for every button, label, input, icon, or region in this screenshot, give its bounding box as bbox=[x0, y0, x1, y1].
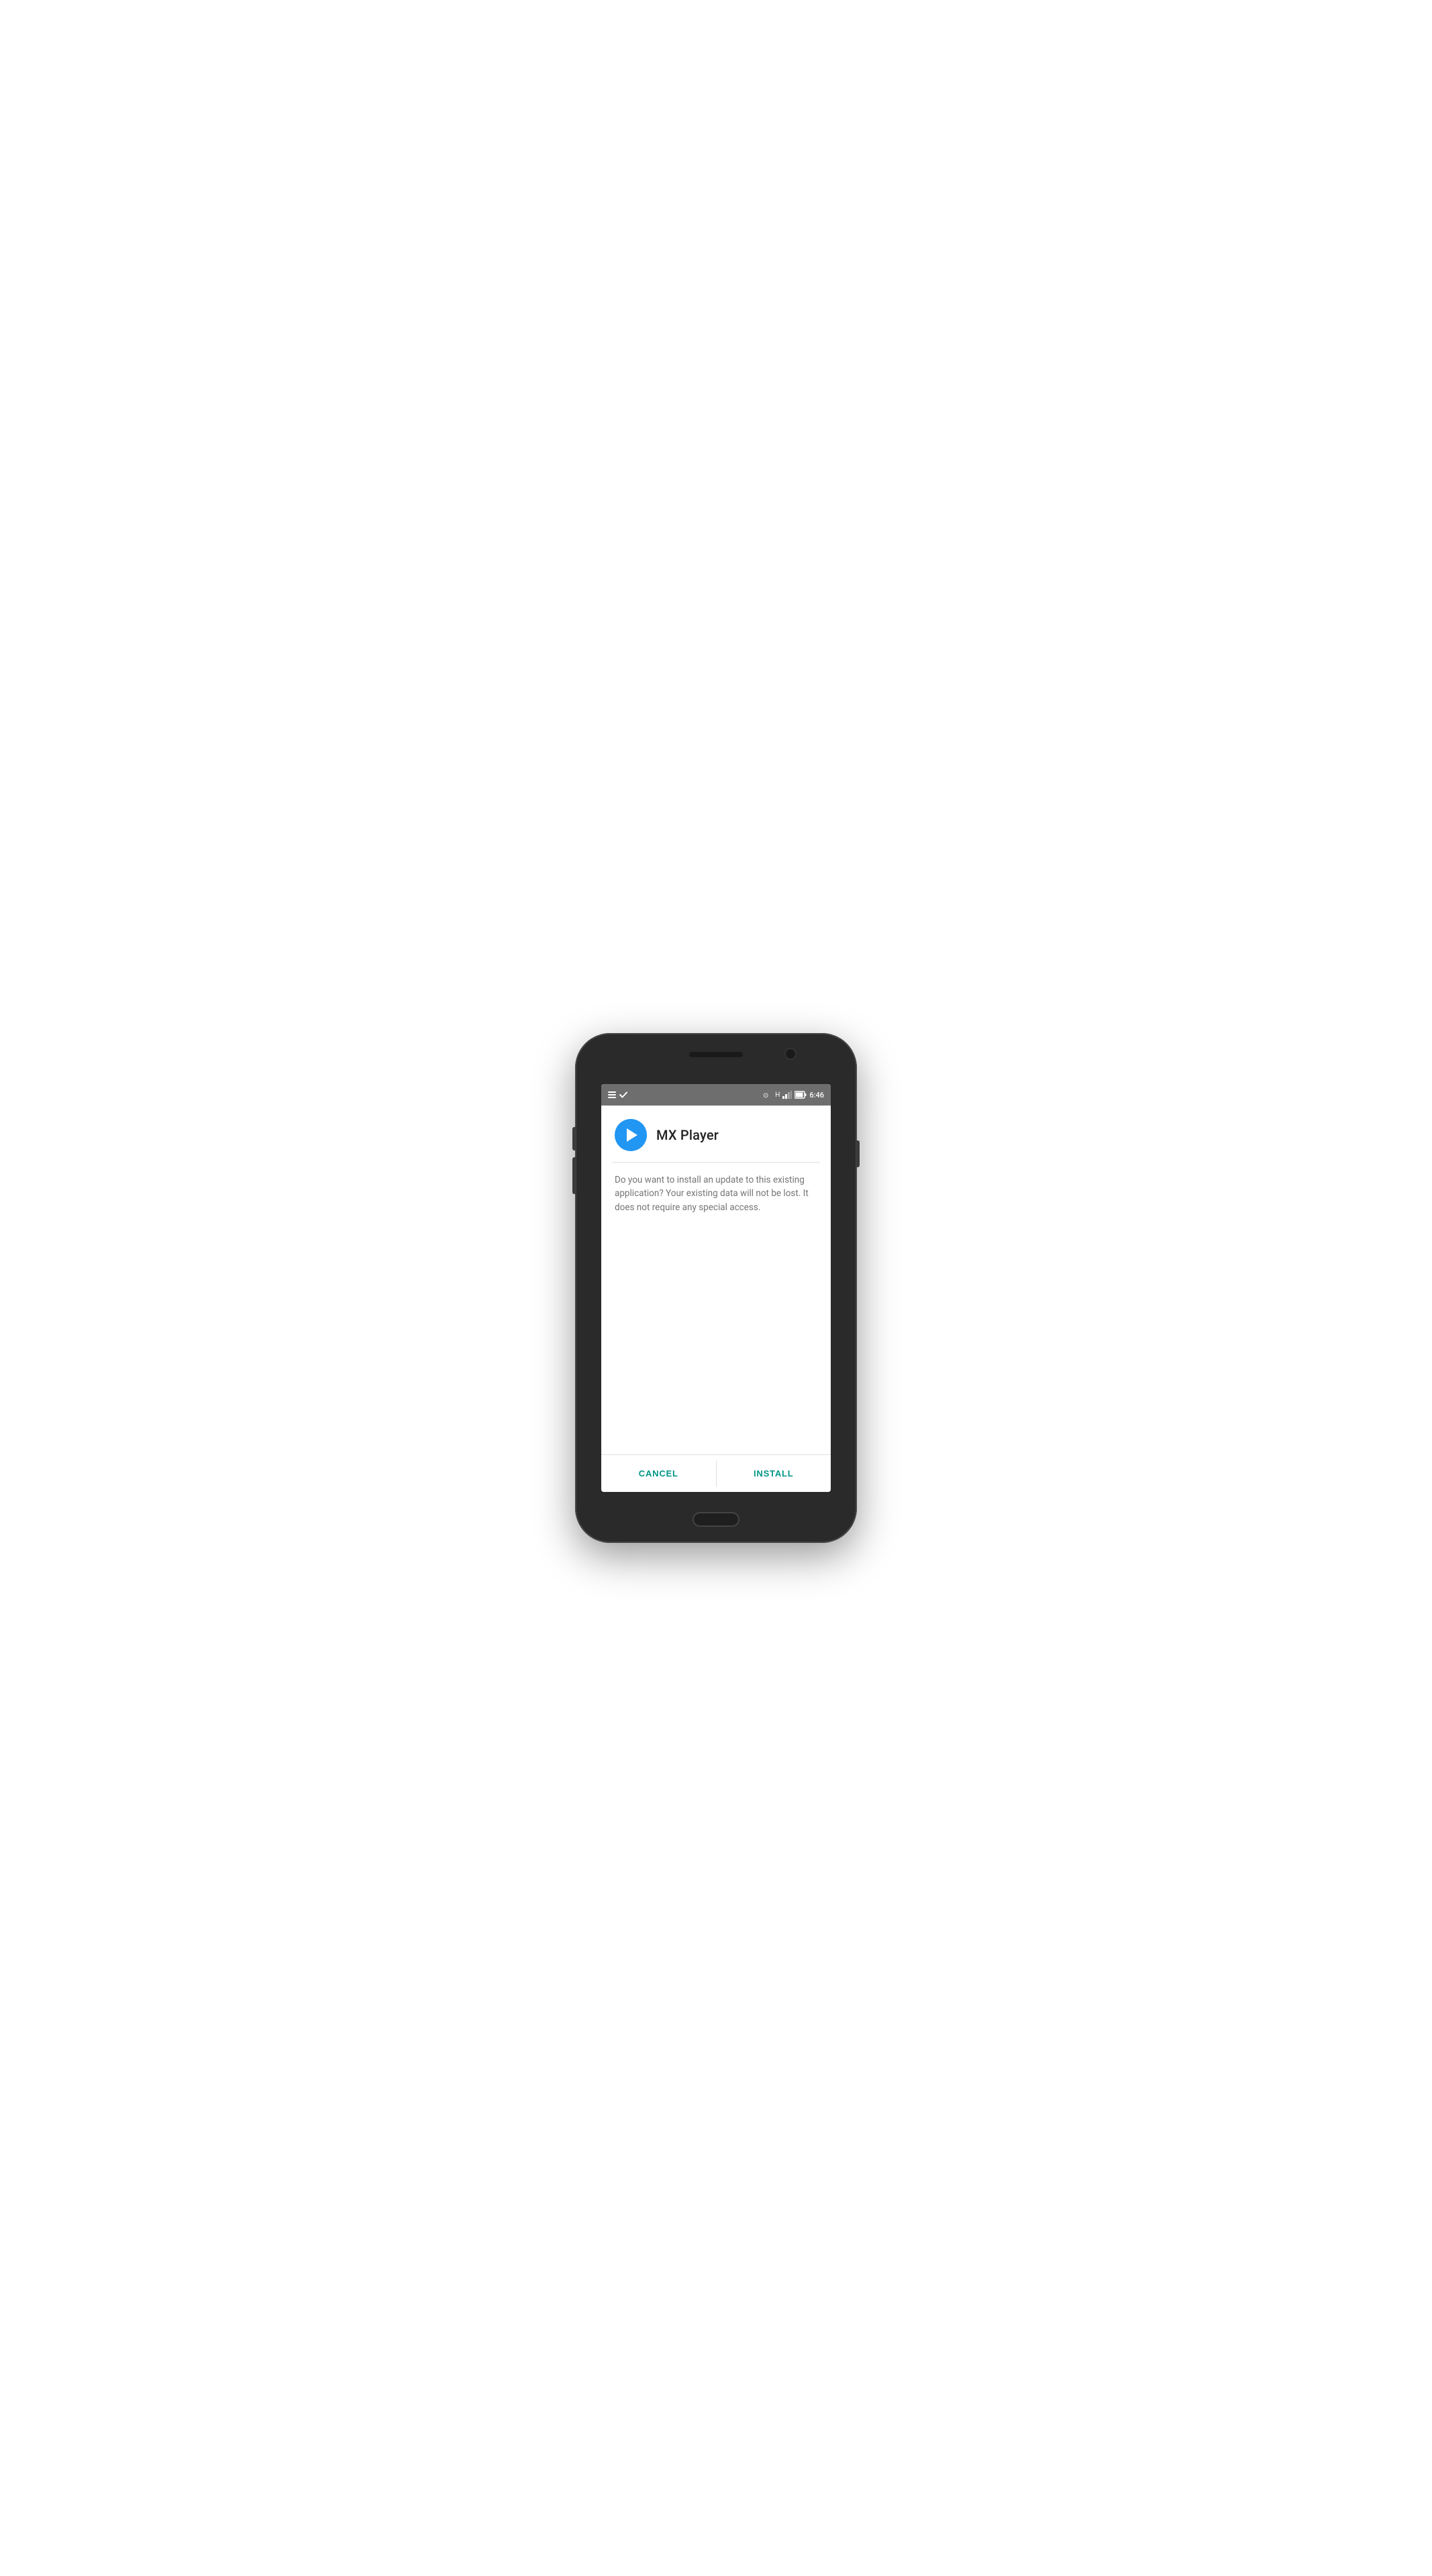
power-button bbox=[856, 1140, 860, 1167]
dialog-message: Do you want to install an update to this… bbox=[615, 1173, 817, 1214]
wifi-icon: ⊙ bbox=[763, 1091, 772, 1098]
phone-screen: ⊙ H 6:46 bbox=[601, 1084, 831, 1492]
check-icon bbox=[619, 1091, 627, 1098]
install-button[interactable]: INSTALL bbox=[717, 1455, 831, 1492]
volume-up-button bbox=[572, 1127, 576, 1150]
phone-camera bbox=[784, 1048, 797, 1060]
svg-text:⊙: ⊙ bbox=[763, 1092, 768, 1098]
play-icon bbox=[627, 1128, 637, 1142]
menu-icon bbox=[608, 1091, 616, 1098]
dialog-actions: CANCEL INSTALL bbox=[601, 1454, 831, 1492]
cancel-button[interactable]: CANCEL bbox=[601, 1455, 716, 1492]
network-h-icon: H bbox=[775, 1091, 780, 1099]
dialog-body: Do you want to install an update to this… bbox=[601, 1163, 831, 1454]
status-left-icons bbox=[608, 1091, 627, 1098]
phone-earpiece bbox=[689, 1052, 743, 1057]
signal-icon bbox=[782, 1091, 792, 1099]
install-dialog: MX Player Do you want to install an upda… bbox=[601, 1106, 831, 1492]
home-button[interactable] bbox=[693, 1512, 739, 1527]
volume-down-button bbox=[572, 1157, 576, 1194]
app-name-label: MX Player bbox=[656, 1127, 719, 1143]
app-icon bbox=[615, 1119, 647, 1151]
status-right-icons: ⊙ H 6:46 bbox=[763, 1091, 824, 1099]
status-time: 6:46 bbox=[809, 1091, 824, 1099]
battery-icon bbox=[795, 1091, 807, 1099]
dialog-header: MX Player bbox=[601, 1106, 831, 1162]
status-bar: ⊙ H 6:46 bbox=[601, 1084, 831, 1106]
phone-device: ⊙ H 6:46 bbox=[575, 1033, 857, 1543]
